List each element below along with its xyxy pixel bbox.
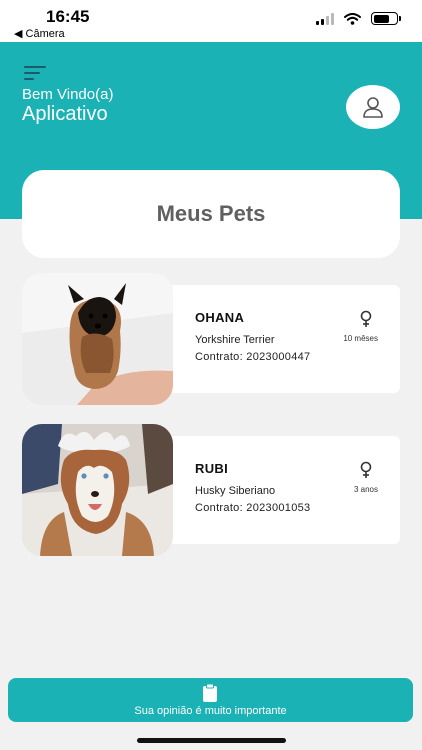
pet-info-panel: OHANA Yorkshire Terrier Contrato: 202300… (168, 285, 400, 393)
pet-photo (22, 424, 173, 556)
pet-breed: Yorkshire Terrier (195, 334, 275, 346)
feedback-button[interactable]: Sua opinião é muito importante (8, 678, 413, 722)
home-indicator[interactable] (137, 738, 286, 743)
status-bar: 16:45 ◀ Câmera (0, 0, 422, 42)
cellular-signal-icon (316, 12, 334, 25)
pet-contract: Contrato: 2023001053 (195, 502, 311, 514)
pet-info-panel: RUBI Husky Siberiano Contrato: 202300105… (168, 436, 400, 544)
pet-age: 3 anos (353, 485, 378, 494)
pet-name: OHANA (195, 310, 245, 325)
female-icon (360, 310, 372, 327)
status-time: 16:45 (46, 7, 90, 26)
battery-icon (371, 12, 401, 25)
female-icon (360, 461, 372, 478)
welcome-text: Bem Vindo(a) (22, 86, 114, 103)
back-to-camera-link[interactable]: ◀ Câmera (14, 27, 65, 40)
status-icons (316, 12, 401, 25)
pet-contract: Contrato: 2023000447 (195, 351, 311, 363)
pet-card-ohana[interactable]: OHANA Yorkshire Terrier Contrato: 202300… (22, 273, 400, 405)
menu-icon[interactable] (24, 66, 46, 82)
profile-button[interactable] (346, 85, 400, 129)
feedback-label: Sua opinião é muito importante (134, 705, 287, 717)
pet-name: RUBI (195, 461, 228, 476)
user-icon (363, 97, 383, 118)
wifi-icon (344, 12, 361, 25)
clipboard-icon (203, 683, 217, 702)
pet-card-rubi[interactable]: RUBI Husky Siberiano Contrato: 202300105… (22, 424, 400, 556)
section-header-card: Meus Pets (22, 170, 400, 258)
pet-photo (22, 273, 173, 405)
app-title: Aplicativo (22, 103, 108, 125)
pet-age: 10 mêses (343, 334, 378, 343)
pet-breed: Husky Siberiano (195, 485, 276, 497)
section-title: Meus Pets (156, 201, 266, 226)
